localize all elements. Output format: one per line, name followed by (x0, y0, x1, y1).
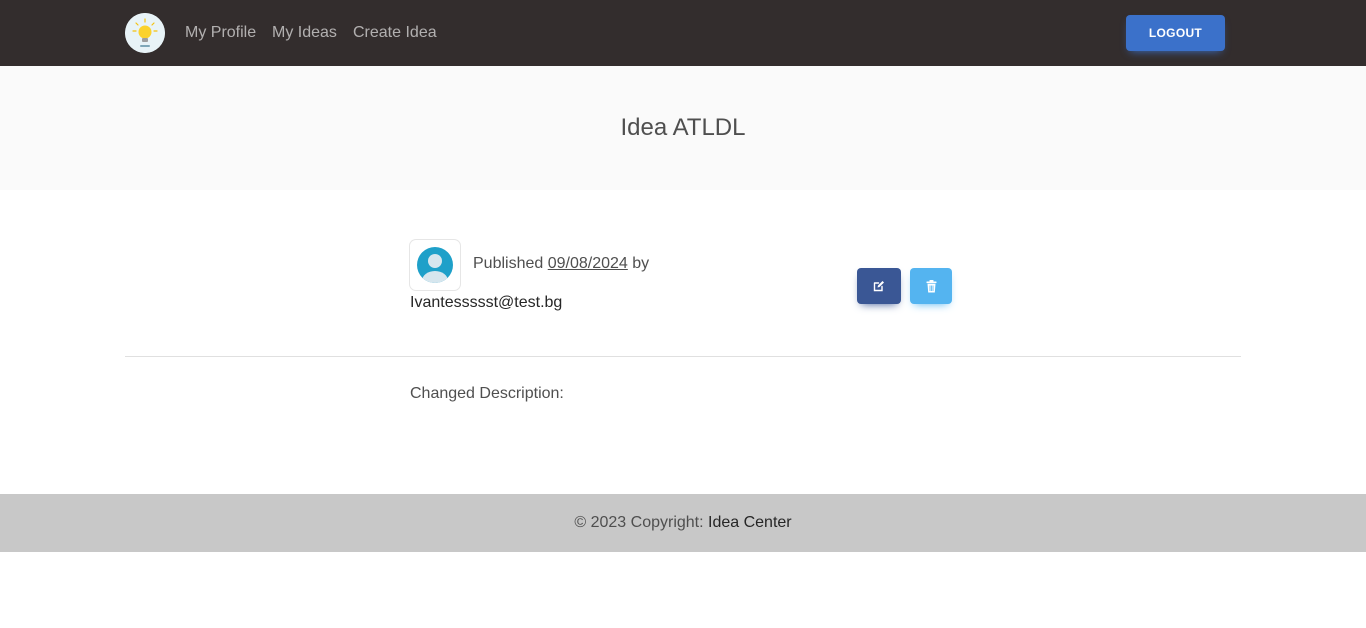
author-email: Ivantessssst@test.bg (410, 294, 563, 311)
footer-copyright: © 2023 Copyright: Idea Center (0, 514, 1366, 532)
delete-button[interactable] (910, 268, 952, 304)
edit-button[interactable] (857, 268, 901, 304)
footer: © 2023 Copyright: Idea Center (0, 494, 1366, 552)
nav-my-profile[interactable]: My Profile (185, 24, 256, 42)
edit-icon (873, 281, 884, 292)
published-suffix: by (632, 255, 650, 272)
published-line: Published 09/08/2024 by (473, 255, 649, 273)
idea-description: Changed Description: (410, 385, 564, 402)
footer-brand: Idea Center (708, 514, 792, 531)
lightbulb-icon (125, 13, 165, 53)
published-prefix: Published (473, 255, 544, 272)
avatar (410, 240, 460, 290)
page-title: Idea ATLDL (620, 114, 746, 141)
divider (125, 356, 1241, 357)
published-date: 09/08/2024 (547, 255, 628, 272)
nav-create-idea[interactable]: Create Idea (353, 24, 437, 42)
logo-lightbulb-icon[interactable] (125, 13, 165, 53)
trash-icon (926, 279, 936, 292)
nav-my-ideas[interactable]: My Ideas (272, 24, 337, 42)
title-band: Idea ATLDL (0, 66, 1366, 190)
navbar: My Profile My Ideas Create Idea LOGOUT (0, 0, 1366, 66)
user-avatar-icon (417, 247, 453, 283)
logout-button[interactable]: LOGOUT (1126, 15, 1225, 51)
footer-prefix: © 2023 Copyright: (574, 514, 709, 531)
